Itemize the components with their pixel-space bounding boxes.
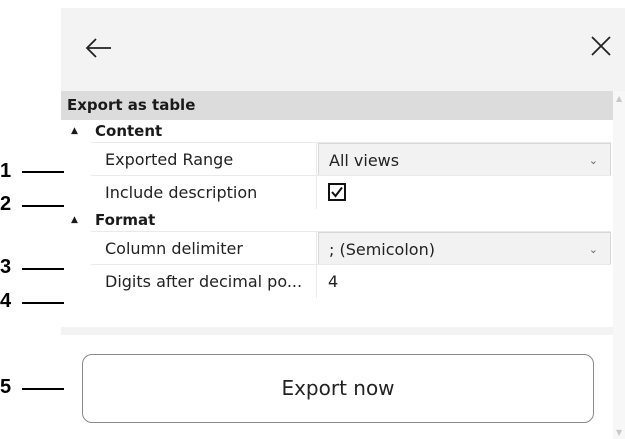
property-name: Include description: [91, 176, 317, 209]
callout-line: [22, 171, 64, 173]
grid-title: Export as table: [61, 91, 613, 120]
property-name: Column delimiter: [91, 232, 317, 265]
callout-1: 1: [0, 160, 12, 182]
digits-input[interactable]: 4: [318, 265, 611, 298]
scroll-up-icon[interactable]: ▲: [616, 94, 622, 103]
arrow-left-icon[interactable]: [83, 32, 115, 64]
callout-line: [22, 388, 64, 390]
callout-line: [22, 302, 64, 304]
callout-2: 2: [0, 193, 12, 215]
category-content[interactable]: ▲ Content: [61, 120, 613, 142]
row-digits-after-decimal: Digits after decimal po... 4: [91, 264, 611, 298]
property-name: Exported Range: [91, 143, 317, 176]
callout-line: [22, 268, 64, 270]
close-icon[interactable]: [587, 32, 615, 60]
category-label: Content: [95, 122, 163, 140]
callout-4: 4: [0, 290, 12, 312]
property-grid: Export as table ▲ Content Exported Range…: [61, 91, 613, 327]
top-bar: [61, 8, 625, 83]
callout-line: [22, 205, 64, 207]
include-description-value: [318, 176, 611, 209]
category-label: Format: [95, 211, 156, 229]
expanded-triangle-icon[interactable]: ▲: [71, 209, 78, 231]
chevron-down-icon: ⌄: [588, 154, 598, 167]
scroll-down-icon[interactable]: ▼: [616, 428, 622, 437]
row-include-description: Include description: [91, 175, 611, 209]
row-exported-range: Exported Range All views ⌄: [91, 142, 611, 176]
export-panel: Export as table ▲ Content Exported Range…: [61, 8, 625, 439]
row-column-delimiter: Column delimiter ; (Semicolon) ⌄: [91, 231, 611, 265]
select-value: ; (Semicolon): [329, 240, 435, 259]
scrollbar[interactable]: [613, 91, 625, 439]
callout-3: 3: [0, 256, 12, 278]
include-description-checkbox[interactable]: [328, 183, 346, 201]
export-now-button[interactable]: Export now: [82, 354, 594, 423]
checkmark-icon: [331, 186, 343, 198]
column-delimiter-select[interactable]: ; (Semicolon) ⌄: [318, 232, 611, 265]
property-name: Digits after decimal po...: [91, 265, 317, 298]
chevron-down-icon: ⌄: [588, 243, 598, 256]
expanded-triangle-icon[interactable]: ▲: [71, 120, 78, 142]
callout-5: 5: [0, 376, 12, 398]
select-value: All views: [329, 151, 400, 170]
exported-range-select[interactable]: All views ⌄: [318, 143, 611, 176]
category-format[interactable]: ▲ Format: [61, 209, 613, 231]
